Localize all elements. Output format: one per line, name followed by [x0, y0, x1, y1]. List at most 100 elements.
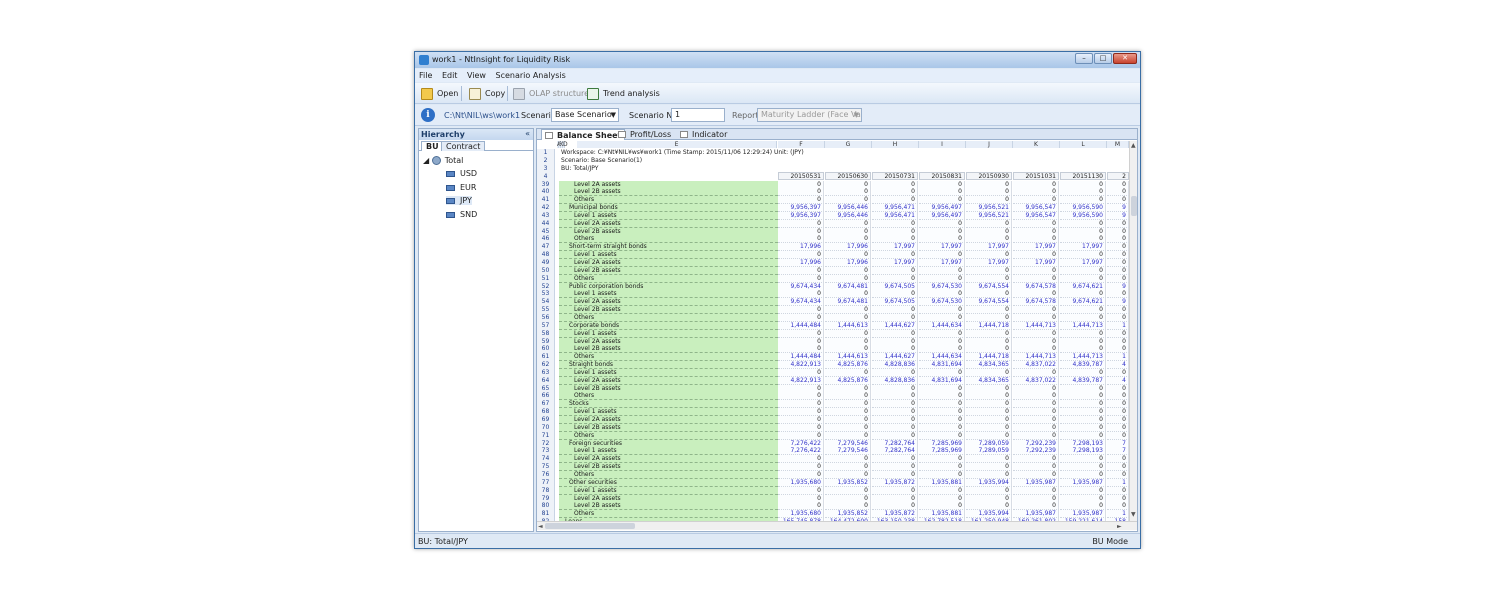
value-cell[interactable]: 0 — [872, 502, 918, 511]
value-cell[interactable]: 17,997 — [1060, 259, 1106, 267]
value-cell[interactable]: 4,837,022 — [1013, 361, 1059, 370]
value-cell[interactable]: 0 — [1013, 180, 1059, 189]
value-cell[interactable]: 0 — [872, 235, 918, 244]
value-cell[interactable]: 17,996 — [825, 259, 871, 267]
value-cell[interactable]: 0 — [825, 368, 871, 377]
value-cell[interactable]: 0 — [778, 180, 824, 189]
value-cell[interactable]: 0 — [1107, 227, 1129, 236]
tree-node-snd[interactable]: SND — [446, 210, 477, 219]
value-cell[interactable]: 0 — [872, 329, 918, 338]
value-cell[interactable]: 0 — [966, 345, 1012, 354]
value-cell[interactable]: 0 — [919, 463, 965, 472]
value-cell[interactable]: 17,996 — [778, 259, 824, 267]
value-cell[interactable]: 0 — [872, 416, 918, 424]
row-number[interactable]: 41 — [537, 196, 555, 205]
row-number[interactable]: 50 — [537, 266, 555, 275]
value-cell[interactable]: 0 — [1107, 494, 1129, 503]
value-cell[interactable]: 0 — [778, 494, 824, 503]
value-cell[interactable]: 0 — [1060, 227, 1106, 236]
value-cell[interactable]: 4,822,913 — [778, 361, 824, 370]
value-cell[interactable]: 0 — [825, 180, 871, 189]
value-cell[interactable]: 0 — [1013, 392, 1059, 401]
row-number[interactable]: 46 — [537, 235, 555, 244]
row-number[interactable]: 49 — [537, 259, 555, 267]
value-cell[interactable]: 0 — [825, 188, 871, 197]
column-header[interactable]: I — [919, 141, 966, 148]
value-cell[interactable]: 9,674,621 — [1060, 298, 1106, 307]
column-header[interactable]: K — [1013, 141, 1060, 148]
value-cell[interactable]: 0 — [872, 400, 918, 409]
value-cell[interactable]: 0 — [825, 306, 871, 315]
value-cell[interactable]: 7,282,764 — [872, 447, 918, 456]
value-cell[interactable]: 0 — [1060, 235, 1106, 244]
value-cell[interactable]: 9,956,547 — [1013, 204, 1059, 213]
value-cell[interactable]: 9,674,578 — [1013, 282, 1059, 291]
value-cell[interactable]: 0 — [1060, 345, 1106, 354]
value-cell[interactable]: 0 — [1013, 502, 1059, 511]
value-cell[interactable]: 9,956,497 — [919, 204, 965, 213]
value-cell[interactable]: 0 — [966, 384, 1012, 393]
scroll-up-icon[interactable]: ▲ — [1131, 142, 1136, 149]
value-cell[interactable]: 0 — [825, 408, 871, 417]
value-cell[interactable]: 0 — [1107, 416, 1129, 424]
value-cell[interactable]: 0 — [1013, 431, 1059, 440]
value-cell[interactable]: 17,997 — [872, 243, 918, 252]
value-cell[interactable]: 0 — [966, 180, 1012, 189]
vertical-scrollbar[interactable]: ▲ ▼ — [1129, 141, 1137, 521]
value-cell[interactable]: 0 — [1013, 416, 1059, 424]
value-cell[interactable]: 0 — [825, 274, 871, 283]
value-cell[interactable]: 0 — [778, 455, 824, 464]
value-cell[interactable]: 0 — [1107, 502, 1129, 511]
value-cell[interactable]: 1,444,718 — [966, 353, 1012, 362]
menu-edit[interactable]: Edit — [438, 69, 461, 80]
value-cell[interactable]: 0 — [872, 180, 918, 189]
value-cell[interactable]: 0 — [966, 251, 1012, 260]
value-cell[interactable]: 0 — [872, 251, 918, 260]
value-cell[interactable]: 4,825,876 — [825, 361, 871, 370]
menu-scenario-analysis[interactable]: Scenario Analysis — [492, 69, 569, 80]
value-cell[interactable]: 0 — [778, 313, 824, 322]
value-cell[interactable]: 1,935,872 — [872, 478, 918, 487]
value-cell[interactable]: 0 — [872, 494, 918, 503]
value-cell[interactable]: 17,997 — [966, 259, 1012, 267]
value-cell[interactable]: 0 — [1060, 196, 1106, 205]
workspace-path[interactable]: C:\Nt\NIL\ws\work1 — [444, 111, 520, 120]
value-cell[interactable]: 0 — [1060, 384, 1106, 393]
value-cell[interactable]: 0 — [919, 486, 965, 495]
row-number[interactable]: 57 — [537, 321, 555, 330]
value-cell[interactable]: 1 — [1107, 478, 1129, 487]
value-cell[interactable]: 0 — [919, 313, 965, 322]
value-cell[interactable]: 0 — [1060, 486, 1106, 495]
row-number[interactable]: 43 — [537, 211, 555, 220]
value-cell[interactable]: 0 — [872, 431, 918, 440]
value-cell[interactable]: 0 — [1107, 392, 1129, 401]
value-cell[interactable]: 9,956,590 — [1060, 204, 1106, 213]
value-cell[interactable]: 0 — [825, 219, 871, 228]
value-cell[interactable]: 0 — [1013, 400, 1059, 409]
value-cell[interactable]: 0 — [966, 219, 1012, 228]
value-cell[interactable]: 0 — [825, 290, 871, 299]
column-header[interactable]: E — [577, 141, 777, 148]
value-cell[interactable]: 0 — [966, 423, 1012, 432]
value-cell[interactable]: 0 — [1060, 455, 1106, 464]
value-cell[interactable]: 0 — [1013, 274, 1059, 283]
value-cell[interactable]: 4 — [1107, 376, 1129, 385]
value-cell[interactable]: 0 — [872, 463, 918, 472]
row-number[interactable]: 55 — [537, 306, 555, 315]
value-cell[interactable]: 0 — [778, 251, 824, 260]
value-cell[interactable]: 9,956,446 — [825, 211, 871, 220]
value-cell[interactable]: 0 — [1060, 337, 1106, 346]
value-cell[interactable]: 1,935,852 — [825, 510, 871, 519]
value-cell[interactable]: 0 — [778, 345, 824, 354]
value-cell[interactable]: 0 — [919, 188, 965, 197]
value-cell[interactable]: 0 — [1107, 463, 1129, 472]
value-cell[interactable]: 0 — [1107, 266, 1129, 275]
value-cell[interactable]: 0 — [919, 400, 965, 409]
value-cell[interactable]: 0 — [872, 392, 918, 401]
value-cell[interactable]: 0 — [1060, 313, 1106, 322]
tree-node-total[interactable]: ◢ Total — [423, 156, 463, 165]
value-cell[interactable]: 4,828,836 — [872, 361, 918, 370]
row-number[interactable]: 44 — [537, 219, 555, 228]
column-header[interactable]: H — [872, 141, 919, 148]
value-cell[interactable]: 1,935,994 — [966, 510, 1012, 519]
